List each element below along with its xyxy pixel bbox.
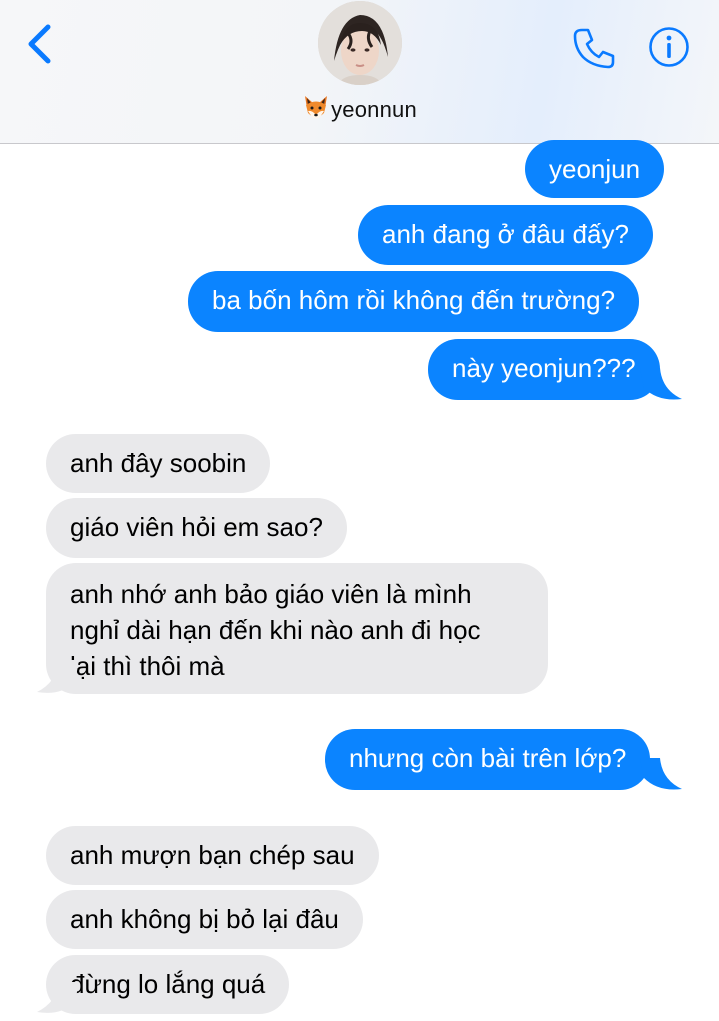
conversation-header: yeonnun — [0, 0, 719, 144]
received-message[interactable]: đừng lo lắng quá — [46, 955, 290, 1014]
phone-icon — [573, 28, 615, 69]
received-message[interactable]: anh mượn bạn chép sau — [46, 826, 379, 885]
sent-bubble-tail — [640, 758, 682, 790]
received-message[interactable]: anh nhớ anh bảo giáo viên là mình nghỉ d… — [46, 563, 548, 694]
sent-bubble-tail — [640, 368, 682, 400]
received-message[interactable]: anh đây soobin — [46, 434, 271, 493]
message-line: anh nhớ anh bảo giáo viên là mình — [70, 579, 472, 609]
message-line: nghỉ dài hạn đến khi nào anh đi học — [70, 615, 481, 645]
sent-message[interactable]: ba bốn hôm rồi không đến trường? — [188, 271, 640, 332]
info-icon — [649, 27, 689, 67]
avatar-photo — [318, 1, 402, 85]
fox-emoji-icon — [305, 96, 328, 119]
received-message[interactable]: anh không bị bỏ lại đâu — [46, 890, 363, 949]
contact-name-row[interactable]: yeonnun — [0, 94, 719, 123]
info-button[interactable] — [648, 26, 690, 68]
sent-message[interactable]: nhưng còn bài trên lớp? — [325, 729, 651, 790]
received-message[interactable]: giáo viên hỏi em sao? — [46, 498, 347, 558]
message-line: lại thì thôi mà — [70, 651, 225, 681]
back-button[interactable] — [22, 20, 62, 70]
sent-message[interactable]: này yeonjun??? — [428, 339, 660, 400]
contact-name: yeonnun — [331, 97, 417, 122]
call-button[interactable] — [570, 24, 618, 72]
received-bubble-tail — [37, 660, 79, 693]
received-bubble-tail — [37, 982, 79, 1013]
chevron-left-icon — [28, 24, 51, 64]
sent-message[interactable]: anh đang ở đâu đấy? — [358, 205, 653, 265]
contact-avatar[interactable] — [318, 1, 402, 85]
sent-message[interactable]: yeonjun — [525, 140, 665, 198]
